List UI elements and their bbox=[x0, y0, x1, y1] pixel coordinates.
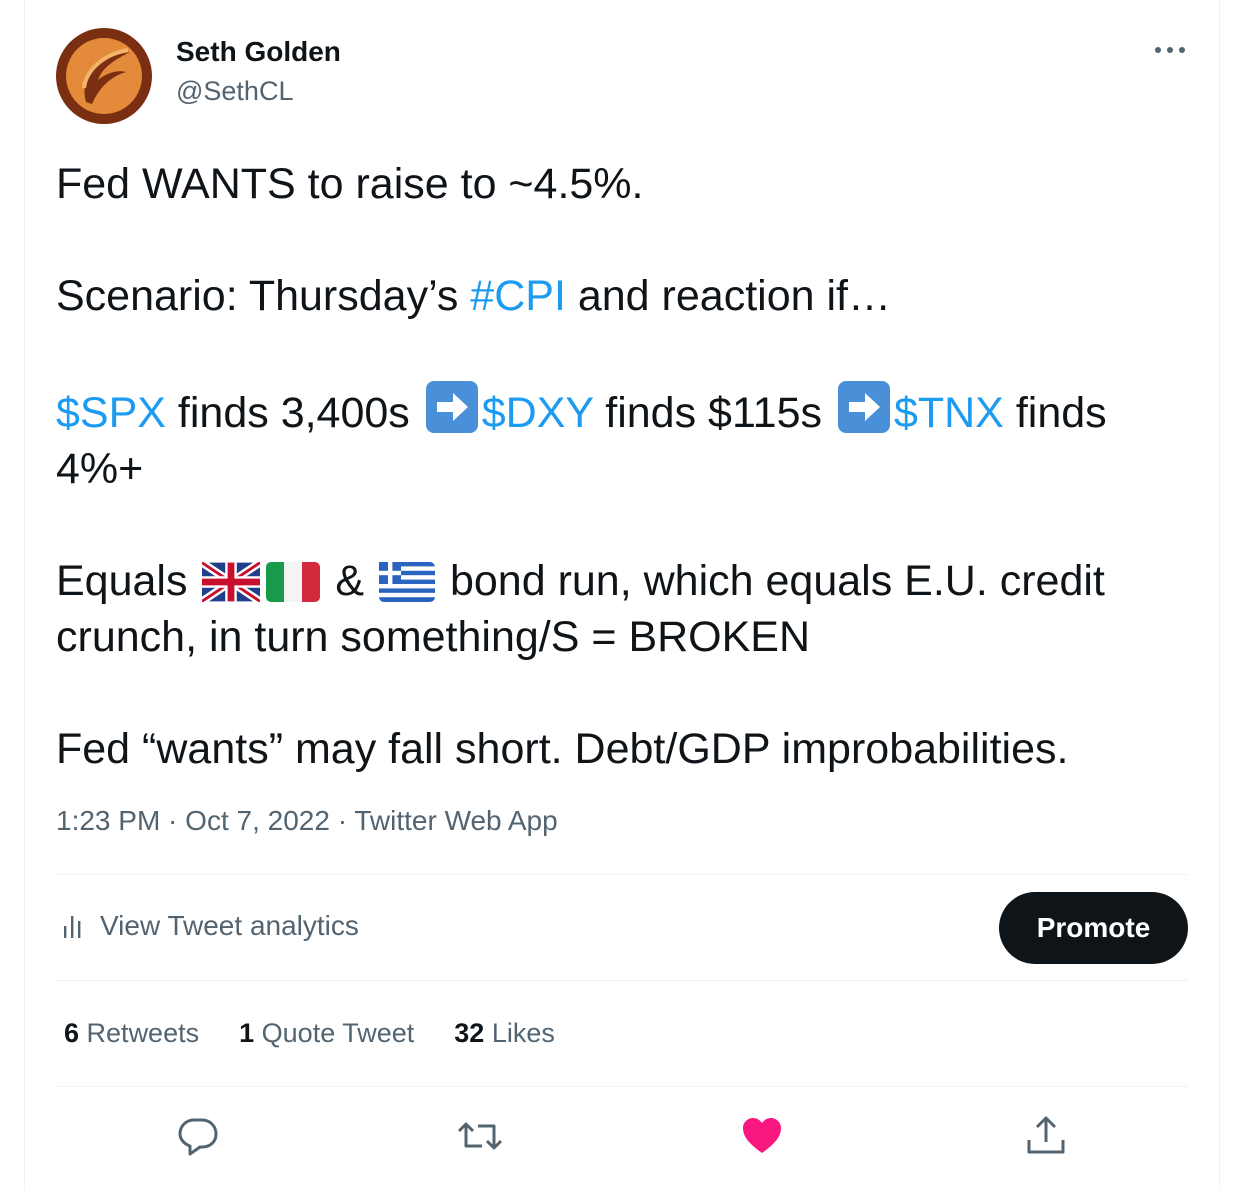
likes-label: Likes bbox=[491, 1018, 555, 1048]
tweet-paragraph: Fed WANTS to raise to ~4.5%. bbox=[56, 156, 1196, 212]
retweets-label: Retweets bbox=[86, 1018, 200, 1048]
hashtag-cpi[interactable]: #CPI bbox=[470, 272, 566, 320]
tweet-time[interactable]: 1:23 PM bbox=[56, 805, 160, 836]
meta-separator: · bbox=[160, 805, 186, 836]
retweets-count: 6 bbox=[64, 1018, 80, 1048]
promote-button[interactable]: Promote bbox=[999, 892, 1188, 964]
quote-tweets-stat[interactable]: 1 Quote Tweet bbox=[239, 1018, 414, 1049]
reply-button[interactable] bbox=[170, 1108, 226, 1164]
analytics-icon bbox=[64, 916, 81, 938]
tweet-line: Fed WANTS to raise to ~4.5%. bbox=[56, 160, 644, 208]
author-handle[interactable]: @SethCL bbox=[176, 76, 293, 107]
likes-count: 32 bbox=[454, 1018, 485, 1048]
right-arrow-emoji-icon bbox=[425, 381, 478, 433]
tweet-meta: 1:23 PM · Oct 7, 2022 · Twitter Web App bbox=[56, 805, 558, 837]
retweet-button[interactable] bbox=[452, 1108, 508, 1164]
share-icon bbox=[1027, 1116, 1065, 1154]
reply-icon bbox=[178, 1118, 218, 1156]
share-button[interactable] bbox=[1018, 1108, 1074, 1164]
action-bar bbox=[56, 1108, 1188, 1164]
tweet-line: Equals bbox=[56, 557, 200, 605]
engagement-stats: 6 Retweets 1 Quote Tweet 32 Likes bbox=[64, 1018, 555, 1049]
more-options-icon[interactable] bbox=[1150, 30, 1190, 70]
analytics-label: View Tweet analytics bbox=[100, 910, 359, 941]
tweet-text: Fed WANTS to raise to ~4.5%. Scenario: T… bbox=[56, 156, 1196, 777]
tweet-line: Fed “wants” may fall short. Debt/GDP imp… bbox=[56, 725, 1069, 773]
cashtag-spx[interactable]: $SPX bbox=[56, 389, 166, 437]
tweet-line: Scenario: Thursday’s bbox=[56, 272, 471, 320]
tweet-line: and reaction if… bbox=[565, 272, 891, 320]
divider bbox=[56, 874, 1188, 875]
likes-stat[interactable]: 32 Likes bbox=[454, 1018, 555, 1049]
tweet-paragraph: $SPX finds 3,400s $DXY finds $115s $TNX … bbox=[56, 380, 1196, 497]
tweet-paragraph: Equals & bond run, which equals E.U. cre… bbox=[56, 553, 1196, 665]
greece-flag-icon bbox=[379, 562, 436, 602]
tweet-line: finds $115s bbox=[593, 389, 834, 437]
tweet-paragraph: Scenario: Thursday’s #CPI and reaction i… bbox=[56, 268, 1196, 324]
avatar[interactable] bbox=[56, 28, 152, 124]
like-button[interactable] bbox=[734, 1108, 790, 1164]
tweet-line: & bbox=[323, 557, 377, 605]
view-analytics-link[interactable]: View Tweet analytics bbox=[62, 910, 359, 942]
tweet-source[interactable]: Twitter Web App bbox=[354, 805, 557, 836]
italy-flag-icon bbox=[266, 562, 321, 602]
cashtag-tnx[interactable]: $TNX bbox=[894, 389, 1004, 437]
author-name[interactable]: Seth Golden bbox=[176, 36, 341, 68]
meta-separator: · bbox=[329, 805, 355, 836]
uk-flag-icon bbox=[202, 562, 261, 602]
tweet-date[interactable]: Oct 7, 2022 bbox=[185, 805, 330, 836]
cashtag-dxy[interactable]: $DXY bbox=[482, 389, 594, 437]
quotes-label: Quote Tweet bbox=[261, 1018, 415, 1048]
divider bbox=[56, 1086, 1188, 1087]
right-arrow-emoji-icon bbox=[837, 381, 890, 433]
retweets-stat[interactable]: 6 Retweets bbox=[64, 1018, 199, 1049]
retweet-icon bbox=[457, 1122, 503, 1150]
tweet-line: finds 3,400s bbox=[165, 389, 422, 437]
heart-icon bbox=[743, 1118, 781, 1153]
tweet-paragraph: Fed “wants” may fall short. Debt/GDP imp… bbox=[56, 721, 1196, 777]
divider bbox=[56, 980, 1188, 981]
quotes-count: 1 bbox=[239, 1018, 255, 1048]
